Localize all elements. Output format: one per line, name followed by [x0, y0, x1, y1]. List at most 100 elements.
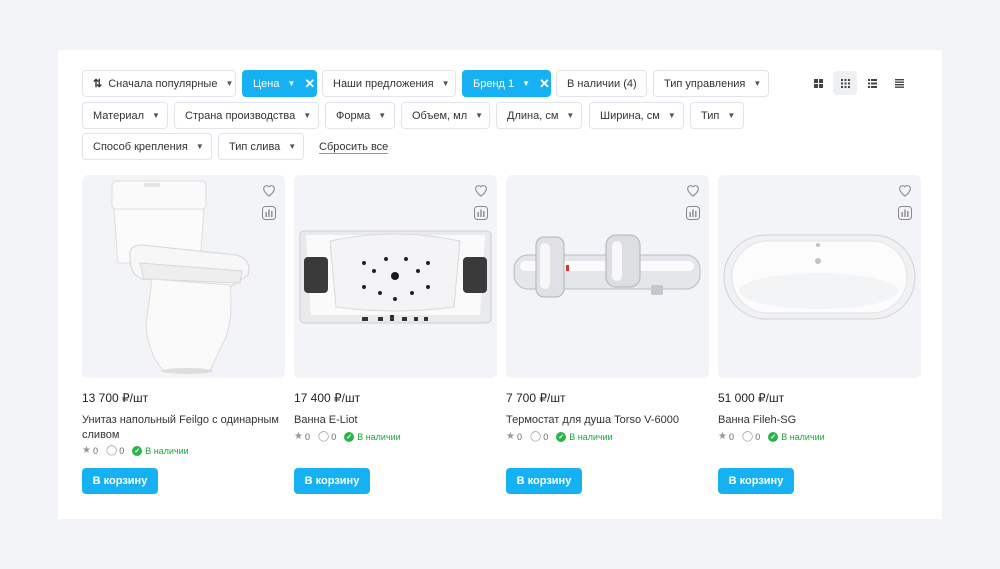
filter-length[interactable]: Длина, см ▼ — [496, 102, 582, 129]
product-meta: ★ 0 ◯ 0 ✓ В наличии — [82, 445, 189, 456]
product-card[interactable]: 7 700 ₽/шт Термостат для душа Torso V-60… — [506, 175, 709, 494]
filter-price[interactable]: Цена ▼ ✕ — [242, 70, 317, 97]
filter-drain[interactable]: Тип слива ▼ — [218, 133, 304, 160]
sort-dropdown[interactable]: ⇅ Сначала популярные ▼ — [82, 70, 236, 97]
check-icon: ✓ — [768, 431, 779, 442]
heart-icon[interactable] — [473, 182, 489, 198]
product-meta: ★ 0 ◯ 0 ✓ В наличии — [718, 431, 825, 442]
product-card[interactable]: 13 700 ₽/шт Унитаз напольный Feilgo с од… — [82, 175, 285, 494]
product-image[interactable] — [294, 175, 497, 378]
view-toggle-group — [806, 71, 911, 95]
bathtub-image — [299, 230, 492, 324]
thermostat-image — [513, 234, 701, 298]
star-icon: ★ — [718, 431, 727, 442]
filter-control-type[interactable]: Тип управления ▼ — [653, 70, 769, 97]
product-name[interactable]: Термостат для душа Torso V-6000 — [506, 413, 706, 428]
filter-brand[interactable]: Бренд 1 ▼ ✕ — [462, 70, 551, 97]
close-icon[interactable]: ✕ — [539, 76, 550, 92]
filter-country[interactable]: Страна производства ▼ — [174, 102, 319, 129]
comment-icon: ◯ — [529, 431, 542, 442]
star-icon: ★ — [294, 431, 303, 442]
filter-type[interactable]: Тип ▼ — [690, 102, 744, 129]
compare-icon[interactable] — [898, 206, 912, 220]
product-meta: ★ 0 ◯ 0 ✓ В наличии — [294, 431, 401, 442]
filter-volume-label: Объем, мл — [412, 109, 468, 122]
bathtub-oval-image — [723, 234, 916, 320]
stock-label: В наличии — [569, 431, 613, 442]
product-name[interactable]: Ванна Fileh-SG — [718, 413, 918, 428]
heart-icon[interactable] — [685, 182, 701, 198]
stock-label: В наличии — [781, 431, 825, 442]
product-card[interactable]: 17 400 ₽/шт Ванна E-Liot ★ 0 ◯ 0 ✓ В наличи… — [294, 175, 497, 494]
check-icon: ✓ — [344, 431, 355, 442]
chevron-down-icon: ▼ — [288, 142, 297, 151]
chevron-down-icon: ▼ — [475, 111, 484, 120]
grid-large-icon[interactable] — [806, 71, 830, 95]
filter-instock-label: В наличии (4) — [567, 77, 637, 90]
rating-count: 0 — [516, 431, 522, 442]
product-price: 51 000 ₽/шт — [718, 391, 785, 405]
add-to-cart-button[interactable]: В корзину — [82, 468, 158, 494]
reviews-count: 0 — [755, 431, 761, 442]
chevron-down-icon: ▼ — [225, 79, 234, 88]
add-to-cart-button[interactable]: В корзину — [294, 468, 370, 494]
chevron-down-icon: ▼ — [378, 111, 387, 120]
product-image[interactable] — [506, 175, 709, 378]
compare-icon[interactable] — [262, 206, 276, 220]
product-name[interactable]: Ванна E-Liot — [294, 413, 494, 428]
add-to-cart-button[interactable]: В корзину — [506, 468, 582, 494]
stock-label: В наличии — [145, 445, 189, 456]
filter-offers[interactable]: Наши предложения ▼ — [322, 70, 456, 97]
rating-count: 0 — [92, 445, 98, 456]
stock-status: ✓ В наличии — [344, 431, 401, 442]
comment-icon: ◯ — [317, 431, 330, 442]
product-price: 7 700 ₽/шт — [506, 391, 566, 405]
filter-country-label: Страна производства — [185, 109, 296, 122]
heart-icon[interactable] — [261, 182, 277, 198]
chevron-down-icon: ▼ — [753, 79, 762, 88]
product-image[interactable] — [82, 175, 285, 378]
filter-instock[interactable]: В наличии (4) — [556, 70, 647, 97]
filter-width[interactable]: Ширина, см ▼ — [589, 102, 684, 129]
filter-brand-label: Бренд 1 — [473, 77, 515, 90]
grid-small-icon[interactable] — [833, 71, 857, 95]
reset-filters-link[interactable]: Сбросить все — [319, 141, 389, 154]
chevron-down-icon: ▼ — [303, 111, 312, 120]
filter-mount-label: Способ крепления — [93, 140, 188, 153]
stock-status: ✓ В наличии — [132, 445, 189, 456]
rating-count: 0 — [728, 431, 734, 442]
heart-icon[interactable] — [897, 182, 913, 198]
add-to-cart-button[interactable]: В корзину — [718, 468, 794, 494]
product-image[interactable] — [718, 175, 921, 378]
product-meta: ★ 0 ◯ 0 ✓ В наличии — [506, 431, 613, 442]
reviews-count: 0 — [331, 431, 337, 442]
filter-volume[interactable]: Объем, мл ▼ — [401, 102, 490, 129]
close-icon[interactable]: ✕ — [304, 76, 315, 92]
chevron-down-icon: ▼ — [441, 79, 450, 88]
chevron-down-icon: ▼ — [667, 111, 676, 120]
chevron-down-icon: ▼ — [566, 111, 575, 120]
filter-material[interactable]: Материал ▼ — [82, 102, 168, 129]
filter-mount[interactable]: Способ крепления ▼ — [82, 133, 212, 160]
star-icon: ★ — [506, 431, 515, 442]
compare-icon[interactable] — [474, 206, 488, 220]
list-compact-icon[interactable] — [887, 71, 911, 95]
check-icon: ✓ — [132, 445, 143, 456]
filter-price-label: Цена — [253, 77, 280, 90]
product-price: 13 700 ₽/шт — [82, 391, 149, 405]
filter-offers-label: Наши предложения — [333, 77, 434, 90]
filter-length-label: Длина, см — [507, 109, 559, 122]
stock-label: В наличии — [357, 431, 401, 442]
filter-width-label: Ширина, см — [600, 109, 660, 122]
filter-type-label: Тип — [701, 109, 720, 122]
filter-shape[interactable]: Форма ▼ — [325, 102, 395, 129]
toilet-image — [111, 180, 250, 374]
reviews-count: 0 — [119, 445, 125, 456]
product-card[interactable]: 51 000 ₽/шт Ванна Fileh-SG ★ 0 ◯ 0 ✓ В нали… — [718, 175, 921, 494]
product-name[interactable]: Унитаз напольный Feilgo с одинарным слив… — [82, 413, 282, 443]
sort-icon: ⇅ — [93, 78, 102, 90]
check-icon: ✓ — [556, 431, 567, 442]
list-icon[interactable] — [860, 71, 884, 95]
compare-icon[interactable] — [686, 206, 700, 220]
rating-count: 0 — [304, 431, 310, 442]
